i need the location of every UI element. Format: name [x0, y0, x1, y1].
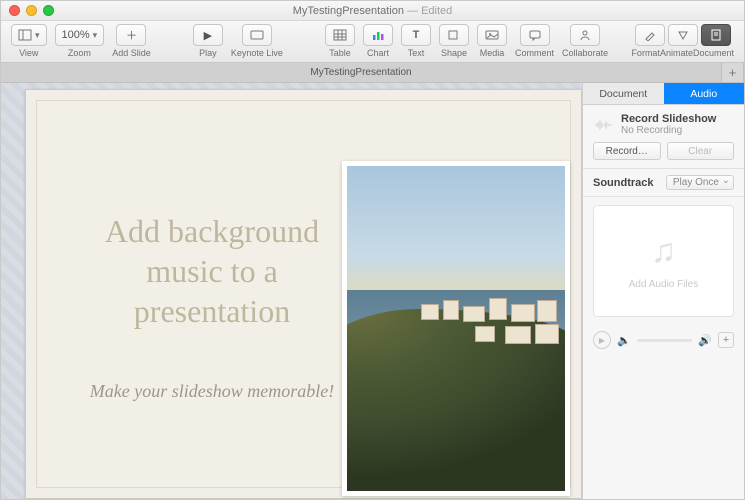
slide-image[interactable]: [342, 161, 570, 496]
media-label: Media: [480, 48, 505, 58]
keynote-live-icon: [249, 29, 265, 41]
chart-label: Chart: [367, 48, 389, 58]
add-audio-button[interactable]: +: [718, 332, 734, 348]
volume-low-icon: 🔈: [617, 334, 631, 347]
chart-icon: [371, 29, 385, 41]
window-controls: [1, 5, 54, 16]
keynote-live-label: Keynote Live: [231, 48, 283, 58]
app-window: MyTestingPresentation — Edited ▾ View 10…: [0, 0, 745, 500]
document-icon: [710, 29, 722, 41]
comment-label: Comment: [515, 48, 554, 58]
slide-inner-frame: Add background music to a presentation M…: [36, 100, 571, 488]
view-icon: [18, 29, 32, 41]
format-button[interactable]: [635, 24, 665, 46]
collaborate-label: Collaborate: [562, 48, 608, 58]
slide-title-text[interactable]: Add background music to a presentation: [67, 211, 357, 331]
new-tab-button[interactable]: +: [722, 63, 744, 82]
collaborate-icon: [578, 29, 592, 41]
record-button-label: Record…: [606, 146, 648, 157]
animate-button[interactable]: [668, 24, 698, 46]
format-icon: [643, 29, 657, 41]
animate-label: Animate: [660, 48, 693, 58]
record-status: No Recording: [621, 125, 716, 136]
table-button[interactable]: [325, 24, 355, 46]
format-label: Format: [631, 48, 660, 58]
record-section: Record Slideshow No Recording Record… Cl…: [583, 105, 744, 169]
zoom-label: Zoom: [68, 48, 91, 58]
play-mode-select[interactable]: Play Once: [666, 175, 734, 190]
view-label: View: [19, 48, 38, 58]
slide-subtitle-text[interactable]: Make your slideshow memorable!: [57, 381, 367, 402]
audio-dropzone[interactable]: ♫ Add Audio Files: [593, 205, 734, 317]
table-icon: [333, 29, 347, 41]
play-label: Play: [199, 48, 217, 58]
plus-icon: +: [729, 65, 737, 80]
plus-icon: ＋: [126, 27, 137, 43]
comment-button[interactable]: [520, 24, 550, 46]
clear-button[interactable]: Clear: [667, 142, 735, 160]
text-button[interactable]: T: [401, 24, 431, 46]
fullscreen-window-button[interactable]: [43, 5, 54, 16]
soundtrack-label: Soundtrack: [593, 177, 654, 189]
waveform-icon: [593, 114, 615, 136]
document-name: MyTestingPresentation: [293, 5, 404, 17]
shape-button[interactable]: [439, 24, 469, 46]
toolbar: ▾ View 100%▾ Zoom ＋ Add Slide ▶ Play Key…: [1, 21, 744, 63]
play-icon: ▶: [204, 29, 212, 42]
tab-document-label: Document: [599, 88, 647, 100]
volume-slider[interactable]: [637, 339, 693, 342]
tab-document[interactable]: Document: [583, 83, 664, 105]
minimize-window-button[interactable]: [26, 5, 37, 16]
image-houses: [415, 296, 565, 366]
table-label: Table: [329, 48, 351, 58]
document-button[interactable]: [701, 24, 731, 46]
music-note-icon: ♫: [651, 232, 677, 271]
inspector-tabs: Document Audio: [583, 83, 744, 105]
content-area: Add background music to a presentation M…: [1, 83, 744, 499]
zoom-value: 100%: [62, 29, 90, 41]
plus-icon: +: [723, 334, 729, 346]
media-icon: [485, 29, 499, 41]
volume-high-icon: 🔊: [698, 334, 712, 347]
text-label: Text: [408, 48, 425, 58]
play-button[interactable]: ▶: [193, 24, 223, 46]
audio-player-controls: ▶ 🔈 🔊 +: [583, 325, 744, 355]
dropzone-label: Add Audio Files: [629, 279, 699, 290]
text-icon: T: [413, 29, 420, 41]
record-button[interactable]: Record…: [593, 142, 661, 160]
zoom-select[interactable]: 100%▾: [55, 24, 105, 46]
collaborate-button[interactable]: [570, 24, 600, 46]
document-tab-label: MyTestingPresentation: [310, 67, 411, 78]
shape-label: Shape: [441, 48, 467, 58]
shape-icon: [447, 29, 461, 41]
add-slide-label: Add Slide: [112, 48, 151, 58]
document-tab[interactable]: MyTestingPresentation: [1, 63, 722, 82]
slide[interactable]: Add background music to a presentation M…: [25, 89, 582, 499]
slide-canvas[interactable]: Add background music to a presentation M…: [1, 83, 582, 499]
clear-button-label: Clear: [688, 146, 712, 157]
edited-indicator: — Edited: [404, 5, 452, 17]
tab-audio-label: Audio: [690, 88, 717, 100]
tab-audio[interactable]: Audio: [664, 83, 745, 105]
document-label: Document: [693, 48, 734, 58]
animate-icon: [676, 29, 690, 41]
titlebar: MyTestingPresentation — Edited: [1, 1, 744, 21]
inspector-panel: Document Audio Record Slideshow No Recor…: [582, 83, 744, 499]
play-icon: ▶: [599, 336, 605, 345]
window-title: MyTestingPresentation — Edited: [1, 5, 744, 17]
chart-button[interactable]: [363, 24, 393, 46]
close-window-button[interactable]: [9, 5, 20, 16]
view-button[interactable]: ▾: [11, 24, 47, 46]
media-button[interactable]: [477, 24, 507, 46]
keynote-live-button[interactable]: [242, 24, 272, 46]
add-slide-button[interactable]: ＋: [116, 24, 146, 46]
tab-bar: MyTestingPresentation +: [1, 63, 744, 83]
record-title: Record Slideshow: [621, 113, 716, 125]
play-mode-value: Play Once: [673, 177, 719, 188]
comment-icon: [528, 29, 542, 41]
play-audio-button[interactable]: ▶: [593, 331, 611, 349]
soundtrack-header: Soundtrack Play Once: [583, 169, 744, 197]
